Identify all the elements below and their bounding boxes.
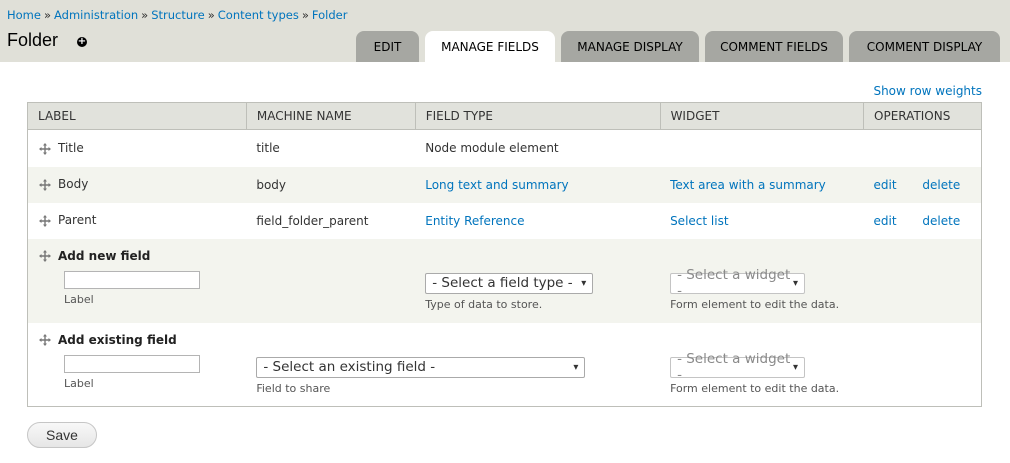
table-row: Body body Long text and summary Text are… bbox=[27, 166, 982, 203]
delete-link[interactable]: delete bbox=[922, 178, 960, 192]
field-type-link[interactable]: Entity Reference bbox=[425, 214, 524, 228]
field-type-select[interactable]: - Select a field type - ▾ bbox=[425, 272, 594, 294]
tab-manage-display[interactable]: Manage display bbox=[561, 31, 699, 62]
header-operations: Operations bbox=[863, 102, 982, 130]
fields-table: Label Machine name Field type Widget Ope… bbox=[27, 102, 982, 407]
drag-handle-icon[interactable] bbox=[38, 142, 52, 156]
new-field-label-input[interactable] bbox=[64, 271, 200, 289]
show-row-weights-link[interactable]: Show row weights bbox=[873, 84, 982, 98]
widget-select-value: - Select a widget - bbox=[677, 351, 791, 383]
breadcrumb-separator: » bbox=[43, 8, 52, 22]
primary-tabs: Edit Manage fields Manage display Commen… bbox=[0, 31, 1010, 62]
field-type: Node module element bbox=[415, 129, 661, 167]
add-existing-field-title: Add existing field bbox=[58, 332, 177, 347]
header-field-type: Field type bbox=[415, 102, 661, 130]
chevron-down-icon: ▾ bbox=[573, 361, 579, 373]
new-field-widget-select[interactable]: - Select a widget - ▾ bbox=[670, 267, 806, 299]
tab-comment-display[interactable]: Comment display bbox=[849, 31, 1000, 62]
header-machine-name: Machine name bbox=[246, 102, 416, 130]
edit-link[interactable]: edit bbox=[874, 214, 897, 228]
breadcrumb-separator: » bbox=[301, 8, 309, 22]
machine-name: field_folder_parent bbox=[246, 202, 416, 239]
chevron-down-icon: ▾ bbox=[793, 361, 799, 373]
breadcrumb-folder[interactable]: Folder bbox=[312, 8, 348, 22]
edit-link[interactable]: edit bbox=[874, 178, 897, 192]
widget-link[interactable]: Text area with a summary bbox=[670, 178, 826, 192]
field-label: Body bbox=[58, 177, 89, 192]
tab-manage-fields[interactable]: Manage fields bbox=[425, 31, 555, 62]
drag-handle-icon[interactable] bbox=[38, 333, 52, 347]
page-header: Home» Administration» Structure» Content ty… bbox=[0, 0, 1010, 62]
existing-field-description: Field to share bbox=[256, 381, 331, 395]
table-row: Parent field_folder_parent Entity Refere… bbox=[27, 202, 982, 239]
widget-description: Form element to edit the data. bbox=[670, 297, 840, 311]
table-header-row: Label Machine name Field type Widget Ope… bbox=[27, 102, 982, 130]
new-field-label-description: Label bbox=[64, 293, 94, 306]
chevron-down-icon: ▾ bbox=[793, 277, 799, 289]
add-new-field-title: Add new field bbox=[58, 248, 151, 263]
drag-handle-icon[interactable] bbox=[38, 214, 52, 228]
widget-link[interactable]: Select list bbox=[670, 214, 728, 228]
breadcrumb-content-types[interactable]: Content types bbox=[218, 8, 299, 22]
tab-edit[interactable]: Edit bbox=[356, 31, 419, 62]
breadcrumb-separator: » bbox=[207, 8, 215, 22]
drag-handle-icon[interactable] bbox=[38, 249, 52, 263]
widget-select-value: - Select a widget - bbox=[677, 267, 791, 299]
widget bbox=[660, 129, 864, 167]
existing-field-label-description: Label bbox=[64, 377, 94, 390]
field-label: Parent bbox=[58, 213, 97, 228]
save-button[interactable]: Save bbox=[27, 422, 97, 448]
breadcrumb-administration[interactable]: Administration bbox=[54, 8, 138, 22]
existing-field-select[interactable]: - Select an existing field - ▾ bbox=[256, 356, 586, 378]
existing-field-select-value: - Select an existing field - bbox=[263, 359, 436, 375]
add-new-field-row: Add new field Label - Select a field typ… bbox=[27, 238, 982, 323]
operations bbox=[863, 129, 982, 167]
field-type-description: Type of data to store. bbox=[425, 297, 543, 311]
header-widget: Widget bbox=[660, 102, 865, 130]
chevron-down-icon: ▾ bbox=[581, 277, 587, 289]
header-label: Label bbox=[27, 102, 247, 130]
machine-name: title bbox=[246, 129, 416, 167]
existing-field-label-input[interactable] bbox=[64, 355, 200, 373]
tab-comment-fields[interactable]: Comment fields bbox=[705, 31, 843, 62]
field-type-select-value: - Select a field type - bbox=[432, 275, 573, 291]
breadcrumb: Home» Administration» Structure» Content ty… bbox=[7, 8, 347, 22]
add-existing-field-row: Add existing field Label - Select an exi… bbox=[27, 322, 982, 407]
drag-handle-icon[interactable] bbox=[38, 178, 52, 192]
widget-description: Form element to edit the data. bbox=[670, 381, 840, 395]
breadcrumb-structure[interactable]: Structure bbox=[151, 8, 205, 22]
table-row: Title title Node module element bbox=[27, 129, 982, 167]
field-label: Title bbox=[58, 141, 84, 155]
delete-link[interactable]: delete bbox=[922, 214, 960, 228]
breadcrumb-home[interactable]: Home bbox=[7, 8, 41, 22]
machine-name: body bbox=[246, 166, 416, 203]
field-type-link[interactable]: Long text and summary bbox=[425, 178, 568, 192]
existing-field-widget-select[interactable]: - Select a widget - ▾ bbox=[670, 351, 806, 383]
breadcrumb-separator: » bbox=[141, 8, 149, 22]
